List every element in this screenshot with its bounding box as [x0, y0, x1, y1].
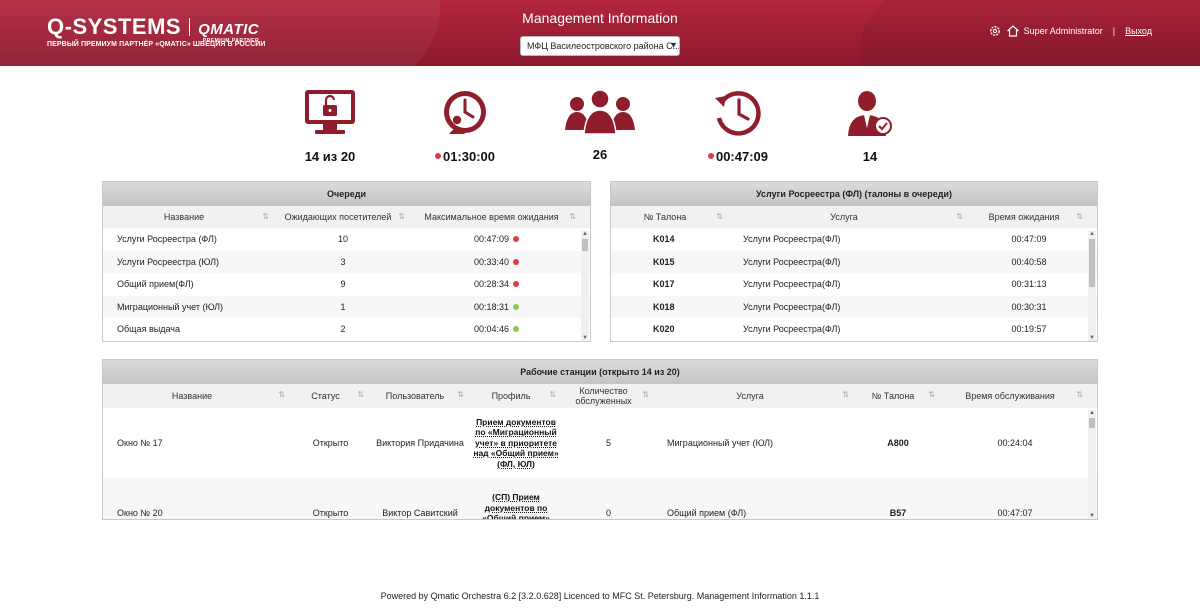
column-header-max-wait[interactable]: Максимальное время ожидания ⇅: [411, 206, 582, 228]
profile-link[interactable]: Прием документов по «Миграционный учет» …: [472, 417, 560, 470]
table-row[interactable]: Общая выдача 2 00:04:46: [103, 318, 590, 341]
tickets-scrollbar[interactable]: ▲ ▼: [1088, 231, 1096, 341]
table-row[interactable]: K015 Услуги Росреестра(ФЛ) 00:40:58: [611, 250, 1097, 273]
column-header-ticket[interactable]: № Талона ⇅: [855, 384, 941, 408]
workstations-table: Название ⇅ Статус ⇅ Пользователь ⇅ Профиль ⇅…: [103, 384, 1097, 519]
column-header-status[interactable]: Статус ⇅: [291, 384, 370, 408]
logout-link[interactable]: Выход: [1125, 26, 1152, 36]
column-header-ticket[interactable]: № Талона ⇅: [611, 206, 729, 228]
user-name: Super Administrator: [1023, 26, 1103, 36]
kpi-value: 01:30:00: [405, 149, 525, 164]
status-indicator-green: [513, 303, 520, 310]
tickets-table: № Талона ⇅ Услуга ⇅ Время ожидания ⇅ K014 Ус…: [611, 206, 1097, 341]
tickets-title: Услуги Росреестра (ФЛ) (талоны в очереди…: [611, 182, 1097, 206]
status-indicator-red: [513, 258, 520, 265]
queues-table: Название ⇅ Ожидающих посетителей ⇅ Максима…: [103, 206, 590, 341]
kpi-visitors: 26: [540, 88, 660, 162]
column-header-service[interactable]: Услуга ⇅: [655, 384, 855, 408]
alert-dot: [707, 153, 714, 159]
column-header-served[interactable]: Количество обслуженных ⇅: [562, 384, 655, 408]
alert-dot: [434, 153, 441, 159]
table-row[interactable]: K017 Услуги Росреестра(ФЛ) 00:31:13: [611, 273, 1097, 296]
footer-text: Powered by Qmatic Orchestra 6.2 [3.2.0.6…: [380, 591, 820, 601]
kpi-max-wait-time: 00:47:09: [678, 88, 798, 164]
kpi-max-service-time: 01:30:00: [405, 88, 525, 164]
kpi-value: 14: [862, 149, 878, 164]
chevron-down-icon: ▾: [670, 40, 676, 51]
user-area: Super Administrator | Выход: [988, 24, 1152, 38]
workstations-scrollbar[interactable]: ▲ ▼: [1088, 410, 1096, 519]
people-group-icon: [565, 89, 635, 135]
home-icon[interactable]: [1006, 24, 1020, 38]
column-header-name[interactable]: Название ⇅: [103, 206, 275, 228]
column-header-user[interactable]: Пользователь ⇅: [370, 384, 470, 408]
column-header-waiting[interactable]: Ожидающих посетителей ⇅: [275, 206, 411, 228]
kpi-value: 26: [592, 147, 608, 162]
workstations-panel: Рабочие станции (открыто 14 из 20) Назва…: [102, 359, 1098, 520]
profile-link[interactable]: (СП) Прием документов по «Общий прием» (…: [472, 492, 560, 519]
kpi-workstations: 14 из 20: [270, 88, 390, 164]
queues-scrollbar[interactable]: ▲ ▼: [581, 231, 589, 341]
table-row[interactable]: Окно № 20 Открыто Виктор Савитский (СП) …: [103, 478, 1097, 519]
column-header-service[interactable]: Услуга ⇅: [729, 206, 969, 228]
logo-tagline: ПЕРВЫЙ ПРЕМИУМ ПАРТНЁР «QMATIC» ШВЕЦИЯ В…: [47, 41, 266, 48]
tickets-panel: Услуги Росреестра (ФЛ) (талоны в очереди…: [610, 181, 1098, 342]
status-indicator-green: [513, 326, 520, 333]
kpi-value: 00:47:09: [678, 149, 798, 164]
kpi-staff: 14: [810, 88, 930, 164]
queues-title: Очереди: [103, 182, 590, 206]
workstations-title: Рабочие станции (открыто 14 из 20): [103, 360, 1097, 384]
queues-panel: Очереди Название ⇅ Ожидающих посетителей ⇅…: [102, 181, 591, 342]
column-header-wait[interactable]: Время ожидания ⇅: [969, 206, 1089, 228]
status-indicator-red: [513, 281, 520, 288]
table-row[interactable]: Миграционный учет (ЮЛ) 1 00:18:31: [103, 295, 590, 318]
table-row[interactable]: Услуги Росреестра (ФЛ) 10 00:47:09: [103, 228, 590, 251]
kpi-value: 14 из 20: [304, 149, 356, 164]
user-divider: |: [1112, 26, 1116, 36]
column-header-name[interactable]: Название ⇅: [103, 384, 291, 408]
table-row[interactable]: Окно № 17 Открыто Виктория Придачина При…: [103, 408, 1097, 478]
table-row[interactable]: K018 Услуги Росреестра(ФЛ) 00:30:31: [611, 295, 1097, 318]
status-indicator-red: [513, 236, 520, 243]
user-check-icon: [848, 91, 892, 136]
site-select[interactable]: МФЦ Василеостровского района С... ▾: [520, 36, 680, 56]
column-header-profile[interactable]: Профиль ⇅: [470, 384, 562, 408]
table-row[interactable]: K020 Услуги Росреестра(ФЛ) 00:19:57: [611, 318, 1097, 341]
table-row[interactable]: Общий прием(ФЛ) 9 00:28:34: [103, 273, 590, 296]
clock-person-icon: [444, 91, 486, 134]
table-row[interactable]: K014 Услуги Росреестра(ФЛ) 00:47:09: [611, 228, 1097, 251]
gear-icon[interactable]: [988, 24, 1002, 38]
app-header: Q-SYSTEMS QMATIC PREMIUM PARTNER ПЕРВЫЙ ПР…: [0, 0, 1200, 66]
clock-refresh-icon: [715, 91, 761, 136]
column-header-service-time[interactable]: Время обслуживания ⇅: [941, 384, 1089, 408]
table-row[interactable]: Услуги Росреестра (ЮЛ) 3 00:33:40: [103, 250, 590, 273]
unlocked-monitor-icon: [305, 90, 355, 134]
